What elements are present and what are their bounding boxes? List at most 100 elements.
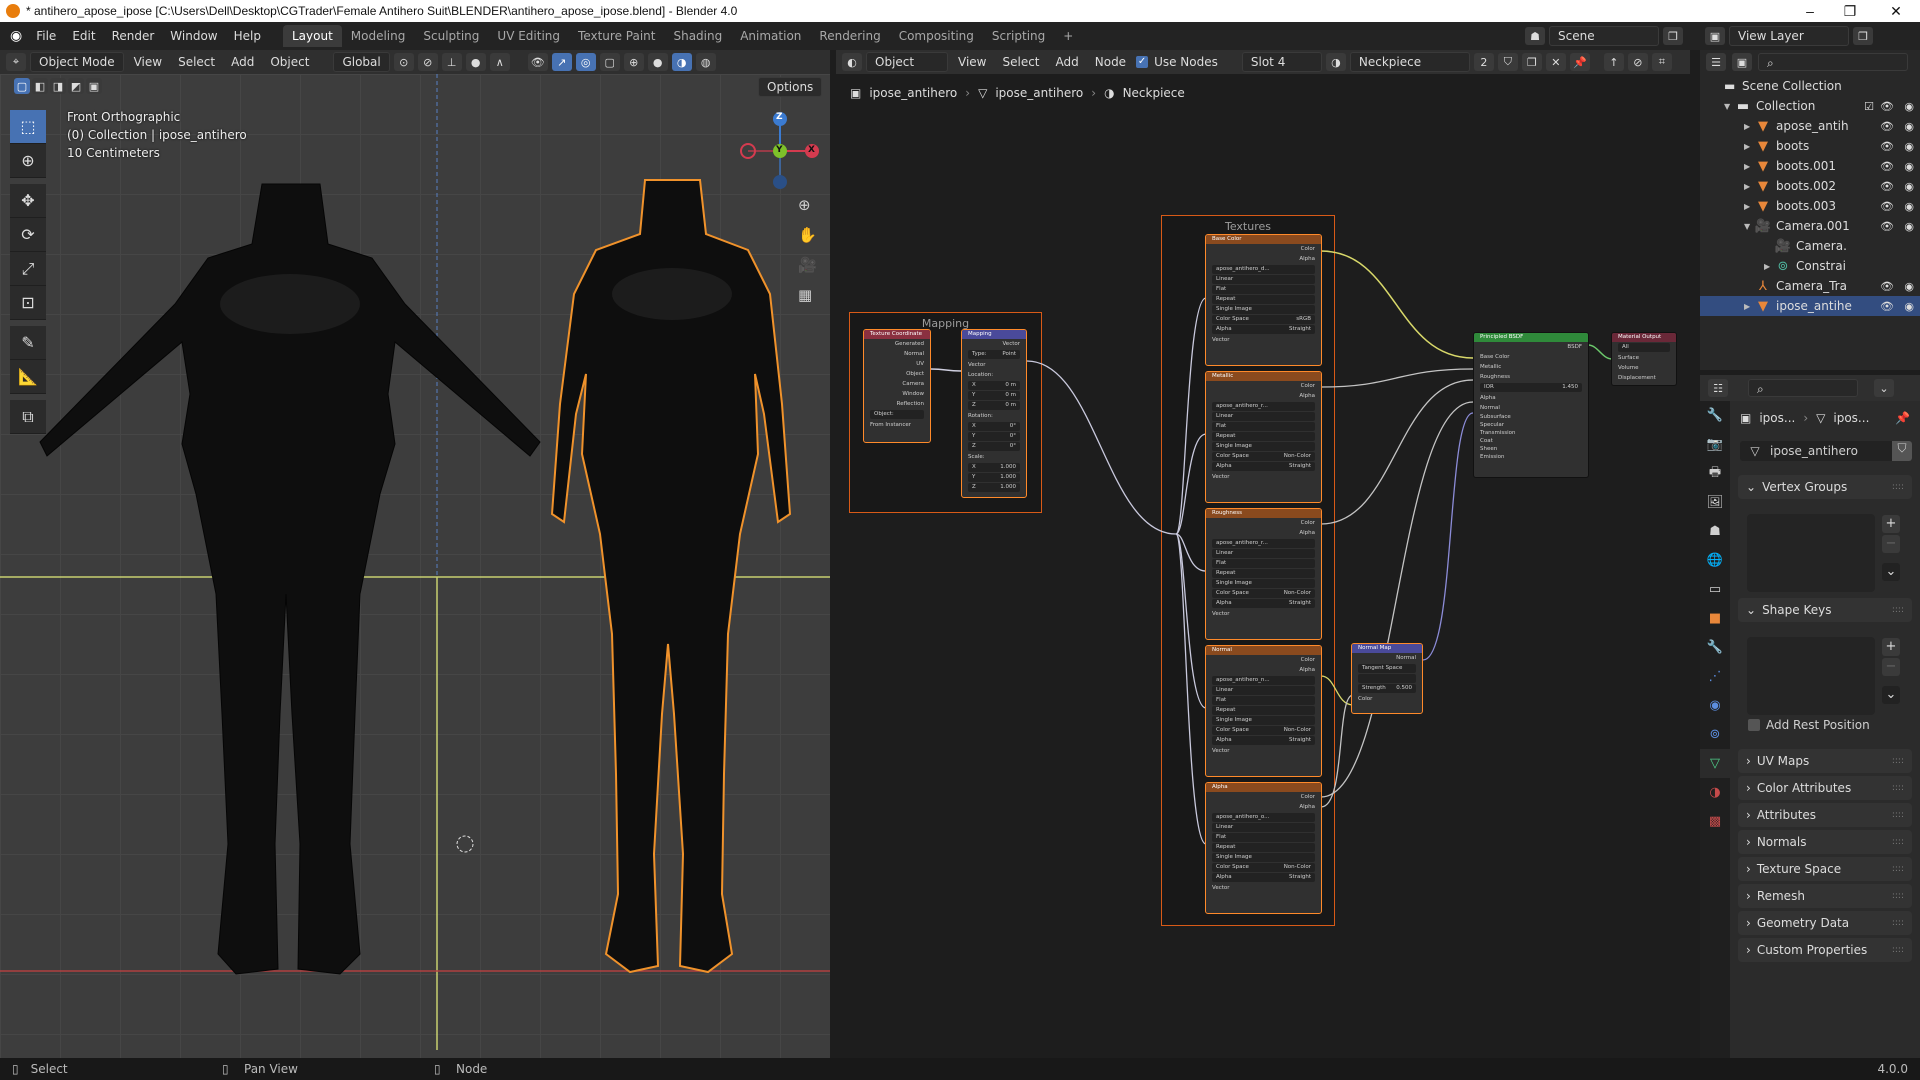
outliner-item[interactable]: ▶ ▼ boots.002 👁 ◉ [1700, 176, 1920, 196]
rotation-field[interactable]: Z 0° [968, 442, 1020, 451]
image-texture-node[interactable]: Alpha Color Alpha apose_antihero_o... Linear… [1205, 782, 1322, 914]
render-camera-icon[interactable]: ◉ [1904, 140, 1914, 153]
tab-texture-paint[interactable]: Texture Paint [569, 25, 664, 47]
outliner-item[interactable]: ▼ ▬ Collection ☑ 👁 ◉ [1700, 96, 1920, 116]
properties-panel-custom-properties[interactable]: › Custom Properties:::: [1738, 938, 1912, 962]
extension-dropdown[interactable]: Repeat [1212, 432, 1315, 441]
scale-field[interactable]: X 1.000 [968, 463, 1020, 472]
drag-grip-icon[interactable]: :::: [1892, 810, 1904, 820]
interpolation-dropdown[interactable]: Linear [1212, 275, 1315, 284]
menu-window[interactable]: Window [162, 29, 225, 43]
properties-panel-geometry-data[interactable]: › Geometry Data:::: [1738, 911, 1912, 935]
expand-arrow-icon[interactable]: ▼ [1744, 222, 1754, 231]
alpha-mode-dropdown[interactable]: Alpha Straight [1212, 736, 1315, 745]
particles-tab-icon[interactable]: ⋰ [1700, 662, 1730, 691]
drag-grip-icon[interactable]: :::: [1892, 756, 1904, 766]
expand-arrow-icon[interactable]: ▶ [1744, 142, 1754, 151]
orientation-dropdown[interactable]: Global [333, 52, 390, 72]
fake-user-shield-icon[interactable]: ⛉ [1892, 441, 1912, 461]
visibility-eye-icon[interactable]: 👁 [1880, 160, 1894, 173]
tab-layout[interactable]: Layout [282, 25, 342, 47]
node-header[interactable]: Roughness [1206, 509, 1321, 518]
mapping-node[interactable]: Mapping Vector Type: Point Vector Location: X 0… [961, 329, 1027, 498]
visibility-eye-icon[interactable]: 👁 [1880, 220, 1894, 233]
zoom-icon[interactable]: ⊕ [798, 196, 811, 214]
viewport-menu-add[interactable]: Add [225, 53, 260, 71]
mesh-data-tab-icon[interactable]: ▽ [1700, 749, 1730, 778]
outliner-item[interactable]: ▶ ⊚ Constrai [1700, 256, 1920, 276]
properties-panel-attributes[interactable]: › Attributes:::: [1738, 803, 1912, 827]
outliner-item[interactable]: ▶ ▼ boots 👁 ◉ [1700, 136, 1920, 156]
node-header[interactable]: Base Color [1206, 235, 1321, 244]
vertex-group-menu-button[interactable]: ⌄ [1882, 563, 1900, 581]
maximize-button[interactable]: ❐ [1830, 0, 1870, 22]
menu-render[interactable]: Render [104, 29, 163, 43]
material-browse-icon[interactable]: ◑ [1325, 53, 1346, 71]
menu-help[interactable]: Help [226, 29, 269, 43]
modifier-tab-icon[interactable]: 🔧 [1700, 633, 1730, 662]
physics-tab-icon[interactable]: ◉ [1700, 691, 1730, 720]
bsdf-subpanel[interactable]: Subsurface [1474, 413, 1588, 421]
drag-grip-icon[interactable]: :::: [1892, 891, 1904, 901]
rotation-field[interactable]: X 0° [968, 422, 1020, 431]
move-tool-icon[interactable]: ✥ [10, 184, 46, 218]
render-camera-icon[interactable]: ◉ [1904, 120, 1914, 133]
projection-dropdown[interactable]: Flat [1212, 422, 1315, 431]
source-dropdown[interactable]: Single Image [1212, 579, 1315, 588]
scene-icon[interactable]: ☗ [1525, 27, 1545, 45]
close-button[interactable]: ✕ [1876, 0, 1916, 22]
drag-grip-icon[interactable]: :::: [1892, 918, 1904, 928]
parent-node-tree-icon[interactable]: ↑ [1603, 53, 1624, 71]
add-cube-tool-icon[interactable]: ⧉ [10, 400, 46, 434]
expand-arrow-icon[interactable]: ▶ [1744, 122, 1754, 131]
ior-field[interactable]: IOR 1.450 [1480, 383, 1582, 392]
tool-tab-icon[interactable]: 🔧 [1700, 401, 1730, 430]
material-users-count[interactable]: 2 [1473, 53, 1494, 71]
color-space-dropdown[interactable]: Color Space Non-Color [1212, 589, 1315, 598]
expand-arrow-icon[interactable]: ▶ [1744, 202, 1754, 211]
new-scene-icon[interactable]: ❐ [1663, 27, 1683, 45]
pin-icon[interactable]: 📌 [1569, 53, 1590, 71]
tab-scripting[interactable]: Scripting [983, 25, 1054, 47]
snap-target-icon[interactable]: ⊥ [441, 53, 462, 71]
node-snap-target-icon[interactable]: ⌗ [1651, 53, 1672, 71]
measure-tool-icon[interactable]: 📐 [10, 360, 46, 394]
rotation-field[interactable]: Y 0° [968, 432, 1020, 441]
interpolation-dropdown[interactable]: Linear [1212, 549, 1315, 558]
node-snap-icon[interactable]: ⊘ [1627, 53, 1648, 71]
uv-map-field[interactable] [1358, 674, 1416, 683]
snap-icon[interactable]: ⊘ [417, 53, 438, 71]
principled-bsdf-node[interactable]: Principled BSDF BSDF Base Color Metallic Rou… [1473, 332, 1589, 478]
use-nodes-checkbox[interactable]: ✓ [1136, 56, 1149, 68]
viewport-menu-view[interactable]: View [128, 53, 168, 71]
object-field[interactable]: Object: [870, 410, 924, 419]
outliner-item[interactable]: ⅄ Camera_Tra 👁 ◉ [1700, 276, 1920, 296]
node-menu-add[interactable]: Add [1050, 53, 1085, 71]
bsdf-subpanel[interactable]: Sheen [1474, 445, 1588, 453]
properties-search-icon[interactable]: ⌕ [1748, 379, 1858, 397]
extension-dropdown[interactable]: Repeat [1212, 569, 1315, 578]
source-dropdown[interactable]: Single Image [1212, 305, 1315, 314]
drag-grip-icon[interactable]: :::: [1892, 945, 1904, 955]
visibility-eye-icon[interactable]: 👁 [1880, 120, 1894, 133]
node-header[interactable]: Metallic [1206, 372, 1321, 381]
outliner-item[interactable]: ▶ ▼ boots.003 👁 ◉ [1700, 196, 1920, 216]
outliner-item[interactable]: ▼ 🎥 Camera.001 👁 ◉ [1700, 216, 1920, 236]
render-camera-icon[interactable]: ◉ [1904, 200, 1914, 213]
shape-key-menu-button[interactable]: ⌄ [1882, 686, 1900, 704]
node-menu-node[interactable]: Node [1089, 53, 1132, 71]
solid-shading-icon[interactable]: ● [647, 53, 668, 71]
node-header[interactable]: Normal [1206, 646, 1321, 655]
outliner-scene-collection[interactable]: ▬ Scene Collection [1700, 76, 1920, 96]
image-selector[interactable]: apose_antihero_r... [1212, 402, 1315, 411]
tab-modeling[interactable]: Modeling [342, 25, 415, 47]
node-header[interactable]: Alpha [1206, 783, 1321, 792]
outliner[interactable]: ☰ ▣ ⌕ ▬ Scene Collection ▼ ▬ Collection ☑ 👁 ◉ ▶… [1700, 50, 1920, 370]
node-header[interactable]: Principled BSDF [1474, 333, 1588, 342]
alpha-mode-dropdown[interactable]: Alpha Straight [1212, 325, 1315, 334]
expand-arrow-icon[interactable]: ▶ [1744, 182, 1754, 191]
material-output-node[interactable]: Material Output All Surface Volume Displacem… [1611, 332, 1677, 386]
scale-field[interactable]: Y 1.000 [968, 473, 1020, 482]
scene-tab-icon[interactable]: ☗ [1700, 517, 1730, 546]
blender-menu-icon[interactable]: ◉ [0, 28, 28, 44]
